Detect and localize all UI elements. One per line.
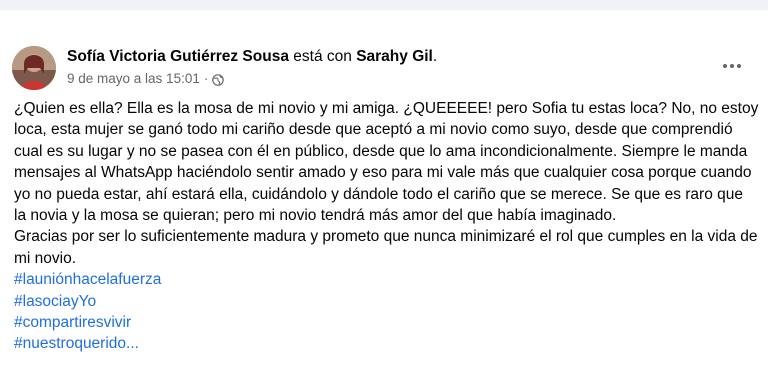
post-header: Sofía Victoria Gutiérrez Sousa está con … <box>67 47 667 88</box>
globe-icon[interactable] <box>212 73 225 86</box>
author-line: Sofía Victoria Gutiérrez Sousa está con … <box>67 47 667 67</box>
hashtag-link[interactable]: #compartiresvivir <box>14 312 759 333</box>
post-meta: 9 de mayo a las 15:01 · <box>67 70 667 88</box>
feed-divider <box>0 0 768 10</box>
meta-separator: · <box>203 71 209 86</box>
post-body: ¿Quien es ella? Ella es la mosa de mi no… <box>14 98 759 355</box>
hashtag-link[interactable]: #nuestroquerido... <box>14 333 759 354</box>
facebook-post: Sofía Victoria Gutiérrez Sousa está con … <box>0 0 768 384</box>
hashtag-link[interactable]: #launiónhacelafuerza <box>14 269 759 290</box>
more-horizontal-icon <box>723 64 741 68</box>
post-text-paragraph-1: ¿Quien es ella? Ella es la mosa de mi no… <box>14 100 759 225</box>
with-text: está con <box>293 48 352 65</box>
tagged-suffix: . <box>432 48 438 65</box>
author-name[interactable]: Sofía Victoria Gutiérrez Sousa <box>67 48 289 65</box>
post-text-paragraph-2: Gracias por ser lo suficientemente madur… <box>14 228 758 267</box>
tagged-user[interactable]: Sarahy Gil <box>356 48 433 65</box>
post-timestamp[interactable]: 9 de mayo a las 15:01 <box>67 70 200 88</box>
hashtag-link[interactable]: #lasociayYo <box>14 291 759 312</box>
hashtag-list: #launiónhacelafuerza #lasociayYo #compar… <box>14 269 759 355</box>
post-options-button[interactable] <box>718 56 746 76</box>
author-avatar[interactable] <box>12 46 56 90</box>
